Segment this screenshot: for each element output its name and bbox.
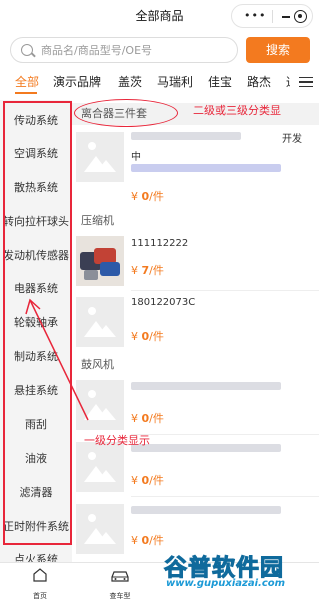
- car-icon: [111, 571, 129, 582]
- nav-car-model-label: 查车型: [109, 592, 131, 600]
- watermark-title: 谷普软件园: [164, 555, 284, 582]
- watermark-url: www.gupuxiazai.com: [166, 578, 286, 589]
- home-icon: [33, 568, 47, 582]
- nav-home-label: 首页: [33, 592, 47, 600]
- annotation-arrow: [25, 298, 89, 421]
- watermark: 谷普软件园 www.gupuxiazai.com: [160, 548, 316, 598]
